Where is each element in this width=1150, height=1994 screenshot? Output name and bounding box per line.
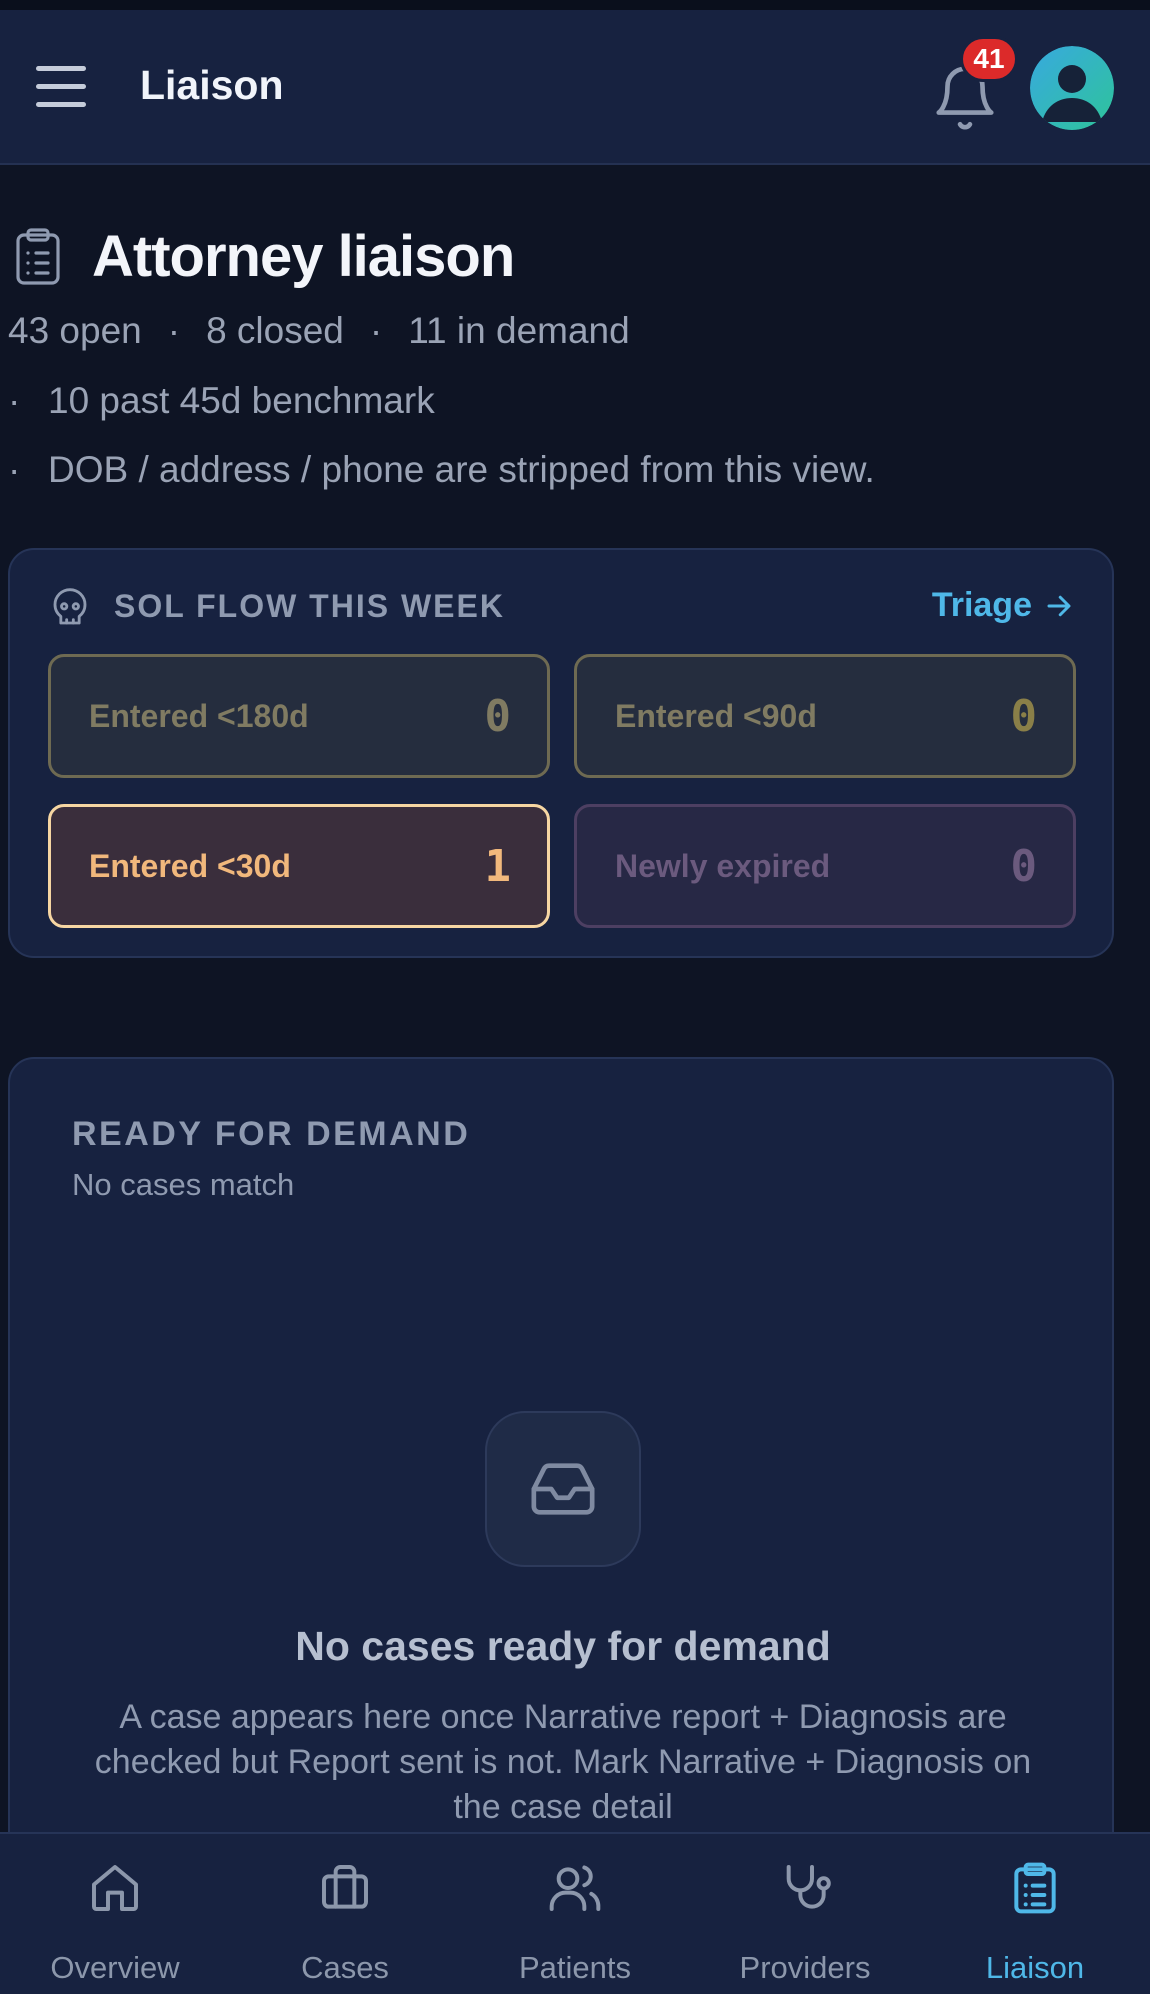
avatar[interactable] — [1030, 46, 1114, 130]
nav-providers[interactable]: Providers — [690, 1834, 920, 1994]
tile-entered-90d[interactable]: Entered <90d 0 — [574, 654, 1076, 778]
nav-patients[interactable]: Patients — [460, 1834, 690, 1994]
notification-badge[interactable]: 41 — [960, 36, 1018, 82]
app-bar: Liaison 41 — [0, 10, 1150, 165]
nav-liaison[interactable]: Liaison — [920, 1834, 1150, 1994]
skull-icon — [53, 588, 87, 625]
sol-flow-card: SOL FLOW THIS WEEK Triage Entered <180d … — [8, 548, 1114, 958]
tile-newly-expired[interactable]: Newly expired 0 — [574, 804, 1076, 928]
empty-state-illustration — [485, 1411, 641, 1567]
home-icon — [92, 1865, 138, 1911]
nav-cases[interactable]: Cases — [230, 1834, 460, 1994]
stethoscope-icon — [786, 1865, 831, 1909]
sol-flow-title: SOL FLOW THIS WEEK — [114, 588, 505, 624]
status-strip — [0, 0, 1150, 10]
page-title: Attorney liaison — [92, 224, 515, 289]
demand-title: READY FOR DEMAND — [72, 1115, 471, 1153]
nav-overview[interactable]: Overview — [0, 1834, 230, 1994]
tile-entered-30d[interactable]: Entered <30d 1 — [48, 804, 550, 928]
privacy-note: · DOB / address / phone are stripped from… — [8, 449, 875, 490]
bottom-navigation: Overview Cases Patients Providers Liaiso… — [0, 1832, 1150, 1994]
demand-subtitle: No cases match — [72, 1167, 295, 1202]
arrow-right-icon — [1047, 595, 1071, 616]
tile-entered-180d[interactable]: Entered <180d 0 — [48, 654, 550, 778]
case-stats: 43 open · 8 closed · 11 in demand — [8, 310, 630, 351]
empty-state-title: No cases ready for demand — [295, 1623, 831, 1669]
open-count: 43 open — [8, 310, 142, 351]
menu-icon[interactable] — [36, 66, 86, 112]
briefcase-icon — [322, 1865, 368, 1909]
empty-state-body: A case appears here once Narrative repor… — [94, 1698, 1032, 1826]
clipboard-icon — [1014, 1862, 1056, 1914]
closed-count: 8 closed — [206, 310, 344, 351]
clipboard-icon — [16, 228, 60, 285]
in-demand-count: 11 in demand — [408, 310, 630, 351]
users-icon — [549, 1865, 601, 1911]
app-title: Liaison — [140, 62, 284, 108]
benchmark-note: · 10 past 45d benchmark — [8, 380, 435, 421]
inbox-icon — [531, 1463, 595, 1515]
triage-link[interactable]: Triage — [932, 586, 1074, 625]
